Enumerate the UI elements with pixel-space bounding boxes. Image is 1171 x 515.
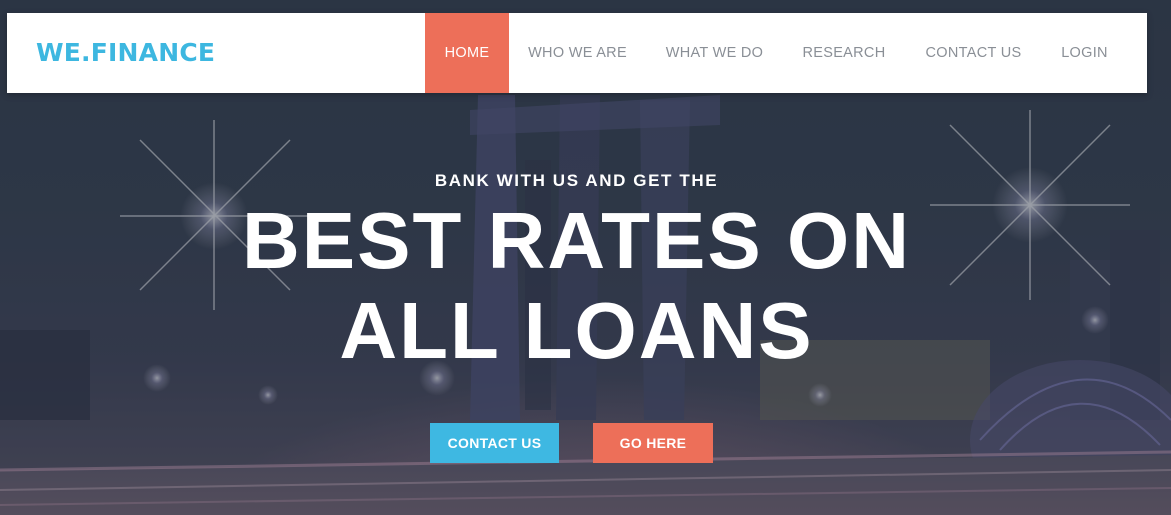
- nav-menu: HOME WHO WE ARE WHAT WE DO RESEARCH CONT…: [425, 13, 1127, 93]
- go-here-button[interactable]: GO HERE: [593, 423, 713, 463]
- nav-item-who-we-are[interactable]: WHO WE ARE: [509, 13, 646, 93]
- hero-headline-line1: BEST RATES ON: [241, 196, 911, 285]
- nav-item-research[interactable]: RESEARCH: [783, 13, 905, 93]
- nav-item-login[interactable]: LOGIN: [1042, 13, 1127, 93]
- navbar: WE.FINANCE HOME WHO WE ARE WHAT WE DO RE…: [7, 13, 1147, 93]
- nav-item-home[interactable]: HOME: [425, 13, 509, 93]
- nav-item-what-we-do[interactable]: WHAT WE DO: [646, 13, 783, 93]
- hero-headline: BEST RATES ON ALL LOANS: [0, 196, 1153, 376]
- nav-item-contact-us[interactable]: CONTACT US: [905, 13, 1042, 93]
- contact-us-button[interactable]: CONTACT US: [430, 423, 559, 463]
- brand-logo[interactable]: WE.FINANCE: [36, 13, 215, 93]
- hero-headline-line2: ALL LOANS: [339, 286, 814, 375]
- hero-kicker: BANK WITH US AND GET THE: [434, 171, 719, 190]
